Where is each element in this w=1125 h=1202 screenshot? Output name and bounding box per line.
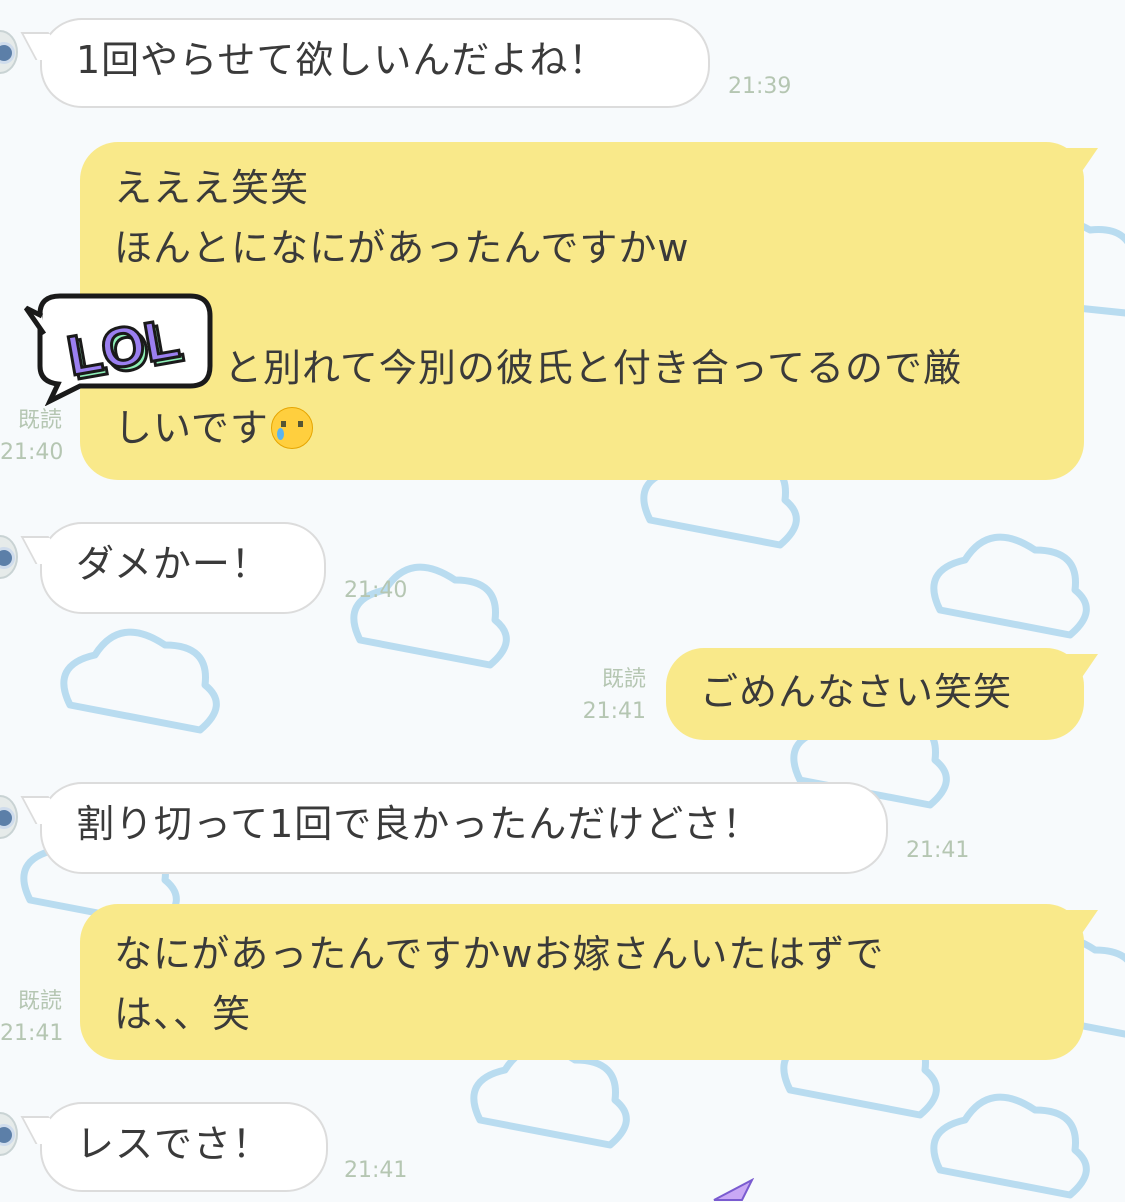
- outgoing-message-bubble[interactable]: えええ笑笑 ほんとになにがあったんですかw と別れて今別の彼氏と付き合ってるので…: [80, 142, 1084, 480]
- message-text: しいです: [114, 406, 269, 450]
- cloud-shape: [930, 1093, 1090, 1199]
- message-timestamp: 21:41: [0, 1021, 64, 1046]
- message-timestamp: 21:41: [344, 1158, 408, 1183]
- message-text: 1回やらせて欲しいんだよね！: [76, 38, 608, 82]
- cloud-shape: [60, 628, 220, 734]
- lol-sticker: LOL LOL: [23, 293, 213, 406]
- message-timestamp: 21:40: [0, 440, 64, 465]
- sticker-fragment: [713, 1178, 755, 1201]
- message-text: 割り切って1回で良かったんだけどさ！: [76, 802, 762, 846]
- incoming-message-bubble[interactable]: レスでさ！: [40, 1102, 328, 1192]
- message-text: えええ笑笑: [114, 166, 310, 210]
- read-label: 既読: [601, 667, 646, 692]
- message-text: レスでさ！: [76, 1122, 272, 1166]
- incoming-message-bubble[interactable]: 1回やらせて欲しいんだよね！: [40, 18, 710, 108]
- message-timestamp: 21:40: [344, 578, 408, 603]
- cloud-shape: [930, 533, 1090, 639]
- crying-face-emoji: [270, 406, 313, 449]
- message-text: ほんとになにがあったんですかw: [114, 226, 690, 270]
- message-timestamp: 21:41: [906, 838, 970, 863]
- message-text: は、、笑: [114, 992, 252, 1036]
- read-receipt: 既読 21:40: [0, 405, 64, 469]
- read-receipt: 既読 21:41: [572, 664, 646, 728]
- read-label: 既読: [17, 408, 62, 433]
- read-label: 既読: [17, 989, 62, 1014]
- cloud-shape: [470, 1043, 630, 1149]
- read-receipt: 既読 21:41: [0, 986, 64, 1050]
- incoming-message-bubble[interactable]: 割り切って1回で良かったんだけどさ！: [40, 782, 888, 874]
- message-text: ダメかー！: [76, 542, 270, 586]
- outgoing-message-bubble[interactable]: ごめんなさい笑笑: [666, 648, 1084, 740]
- message-text: ごめんなさい笑笑: [700, 670, 1013, 714]
- incoming-message-bubble[interactable]: ダメかー！: [40, 522, 326, 614]
- message-text: なにがあったんですかwお嫁さんいたはずで: [114, 932, 885, 976]
- outgoing-message-bubble[interactable]: なにがあったんですかwお嫁さんいたはずで は、、笑: [80, 904, 1084, 1060]
- message-timestamp: 21:41: [582, 699, 646, 724]
- message-timestamp: 21:39: [728, 74, 792, 99]
- message-text: と別れて今別の彼氏と付き合ってるので厳: [224, 346, 962, 390]
